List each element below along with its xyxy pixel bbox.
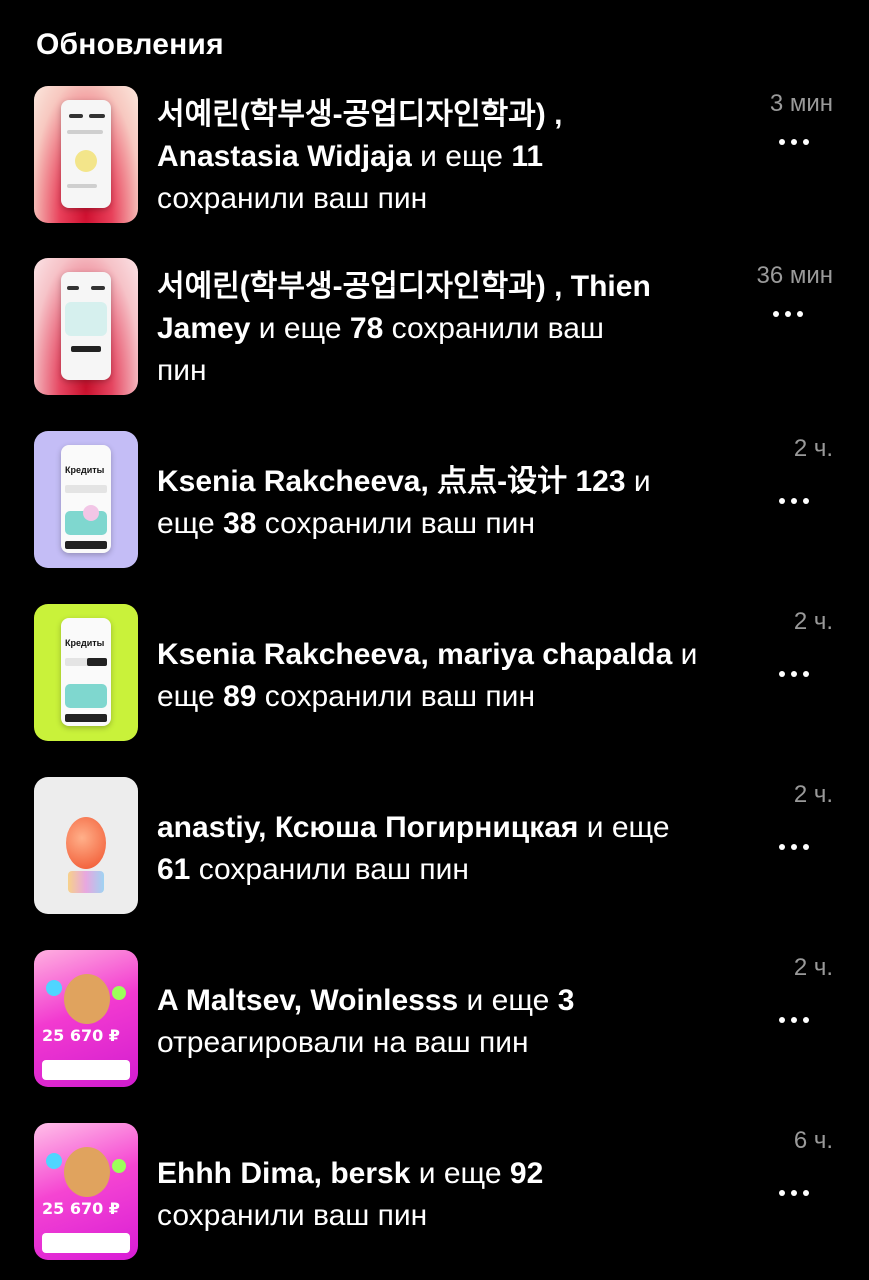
actor-names[interactable]: 서예린(학부생-공업디자인학과) , Thien bbox=[157, 270, 651, 303]
timestamp: 2 ч. bbox=[793, 781, 833, 808]
notification-text: anastiy, Ксюша Погирницкая и еще 61 сохр… bbox=[157, 811, 670, 886]
notification-text: A Maltsev, Woinlesss и еще 3 отреагирова… bbox=[157, 984, 575, 1059]
actor-names[interactable]: Ksenia Rakcheeva, 点点-设计 123 bbox=[157, 465, 626, 498]
pin-thumbnail[interactable]: 25 670 ₽ bbox=[34, 1123, 138, 1260]
timestamp: 2 ч. bbox=[793, 954, 833, 981]
phone-mockup: Кредиты bbox=[61, 445, 111, 553]
actor-names[interactable]: Ehhh Dima, bersk bbox=[157, 1157, 410, 1190]
notification-item[interactable]: Кредиты Ksenia Rakcheeva, 点点-设计 123 и ещ… bbox=[0, 431, 869, 581]
notification-text: Ksenia Rakcheeva, 点点-设计 123 и еще 38 сох… bbox=[157, 465, 651, 540]
pin-thumbnail[interactable] bbox=[34, 777, 138, 914]
timestamp: 2 ч. bbox=[793, 435, 833, 462]
notification-item[interactable]: 25 670 ₽ Ehhh Dima, bersk и еще 92 сохра… bbox=[0, 1123, 869, 1273]
notification-item[interactable]: 서예린(학부생-공업디자인학과) , Anastasia Widjaja и е… bbox=[0, 86, 869, 236]
phone-mockup bbox=[61, 100, 111, 208]
orange-blob bbox=[66, 817, 106, 869]
timestamp: 2 ч. bbox=[793, 608, 833, 635]
notification-item[interactable]: 25 670 ₽ A Maltsev, Woinlesss и еще 3 от… bbox=[0, 950, 869, 1100]
more-options-icon[interactable] bbox=[779, 835, 809, 859]
timestamp: 3 мин bbox=[769, 90, 833, 117]
actor-names[interactable]: A Maltsev, Woinlesss bbox=[157, 984, 458, 1017]
pin-thumbnail[interactable]: Кредиты bbox=[34, 431, 138, 568]
notification-text: Ehhh Dima, bersk и еще 92 сохранили ваш … bbox=[157, 1157, 544, 1232]
notification-item[interactable]: Кредиты Ksenia Rakcheeva, mariya chapald… bbox=[0, 604, 869, 754]
section-title: Обновления bbox=[36, 28, 224, 61]
more-options-icon[interactable] bbox=[779, 489, 809, 513]
more-options-icon[interactable] bbox=[779, 1181, 809, 1205]
notification-text: Ksenia Rakcheeva, mariya chapalda и еще … bbox=[157, 638, 698, 713]
actor-names[interactable]: Ksenia Rakcheeva, mariya chapalda bbox=[157, 638, 672, 671]
more-options-icon[interactable] bbox=[779, 662, 809, 686]
notification-item[interactable]: anastiy, Ксюша Погирницкая и еще 61 сохр… bbox=[0, 777, 869, 927]
pin-thumbnail[interactable]: Кредиты bbox=[34, 604, 138, 741]
notification-text: 서예린(학부생-공업디자인학과) , Thien Jamey и еще 78 … bbox=[157, 270, 651, 387]
actor-names[interactable]: anastiy, Ксюша Погирницкая bbox=[157, 811, 578, 844]
phone-mockup bbox=[61, 272, 111, 380]
pin-thumbnail[interactable] bbox=[34, 258, 138, 395]
phone-mockup: Кредиты bbox=[61, 618, 111, 726]
actor-names[interactable]: 서예린(학부생-공업디자인학과) , bbox=[157, 98, 562, 131]
actor-names[interactable]: Anastasia Widjaja bbox=[157, 140, 412, 173]
pin-thumbnail[interactable]: 25 670 ₽ bbox=[34, 950, 138, 1087]
card-graphic bbox=[68, 871, 104, 893]
face-graphic bbox=[64, 1147, 110, 1197]
timestamp: 6 ч. bbox=[793, 1127, 833, 1154]
more-options-icon[interactable] bbox=[779, 130, 809, 154]
actor-names[interactable]: Jamey bbox=[157, 312, 250, 345]
pin-thumbnail[interactable] bbox=[34, 86, 138, 223]
more-options-icon[interactable] bbox=[779, 1008, 809, 1032]
timestamp: 36 мин bbox=[756, 262, 833, 289]
more-options-icon[interactable] bbox=[773, 302, 803, 326]
notification-text: 서예린(학부생-공업디자인학과) , Anastasia Widjaja и е… bbox=[157, 98, 563, 215]
notification-item[interactable]: 서예린(학부생-공업디자인학과) , Thien Jamey и еще 78 … bbox=[0, 258, 869, 408]
face-graphic bbox=[64, 974, 110, 1024]
